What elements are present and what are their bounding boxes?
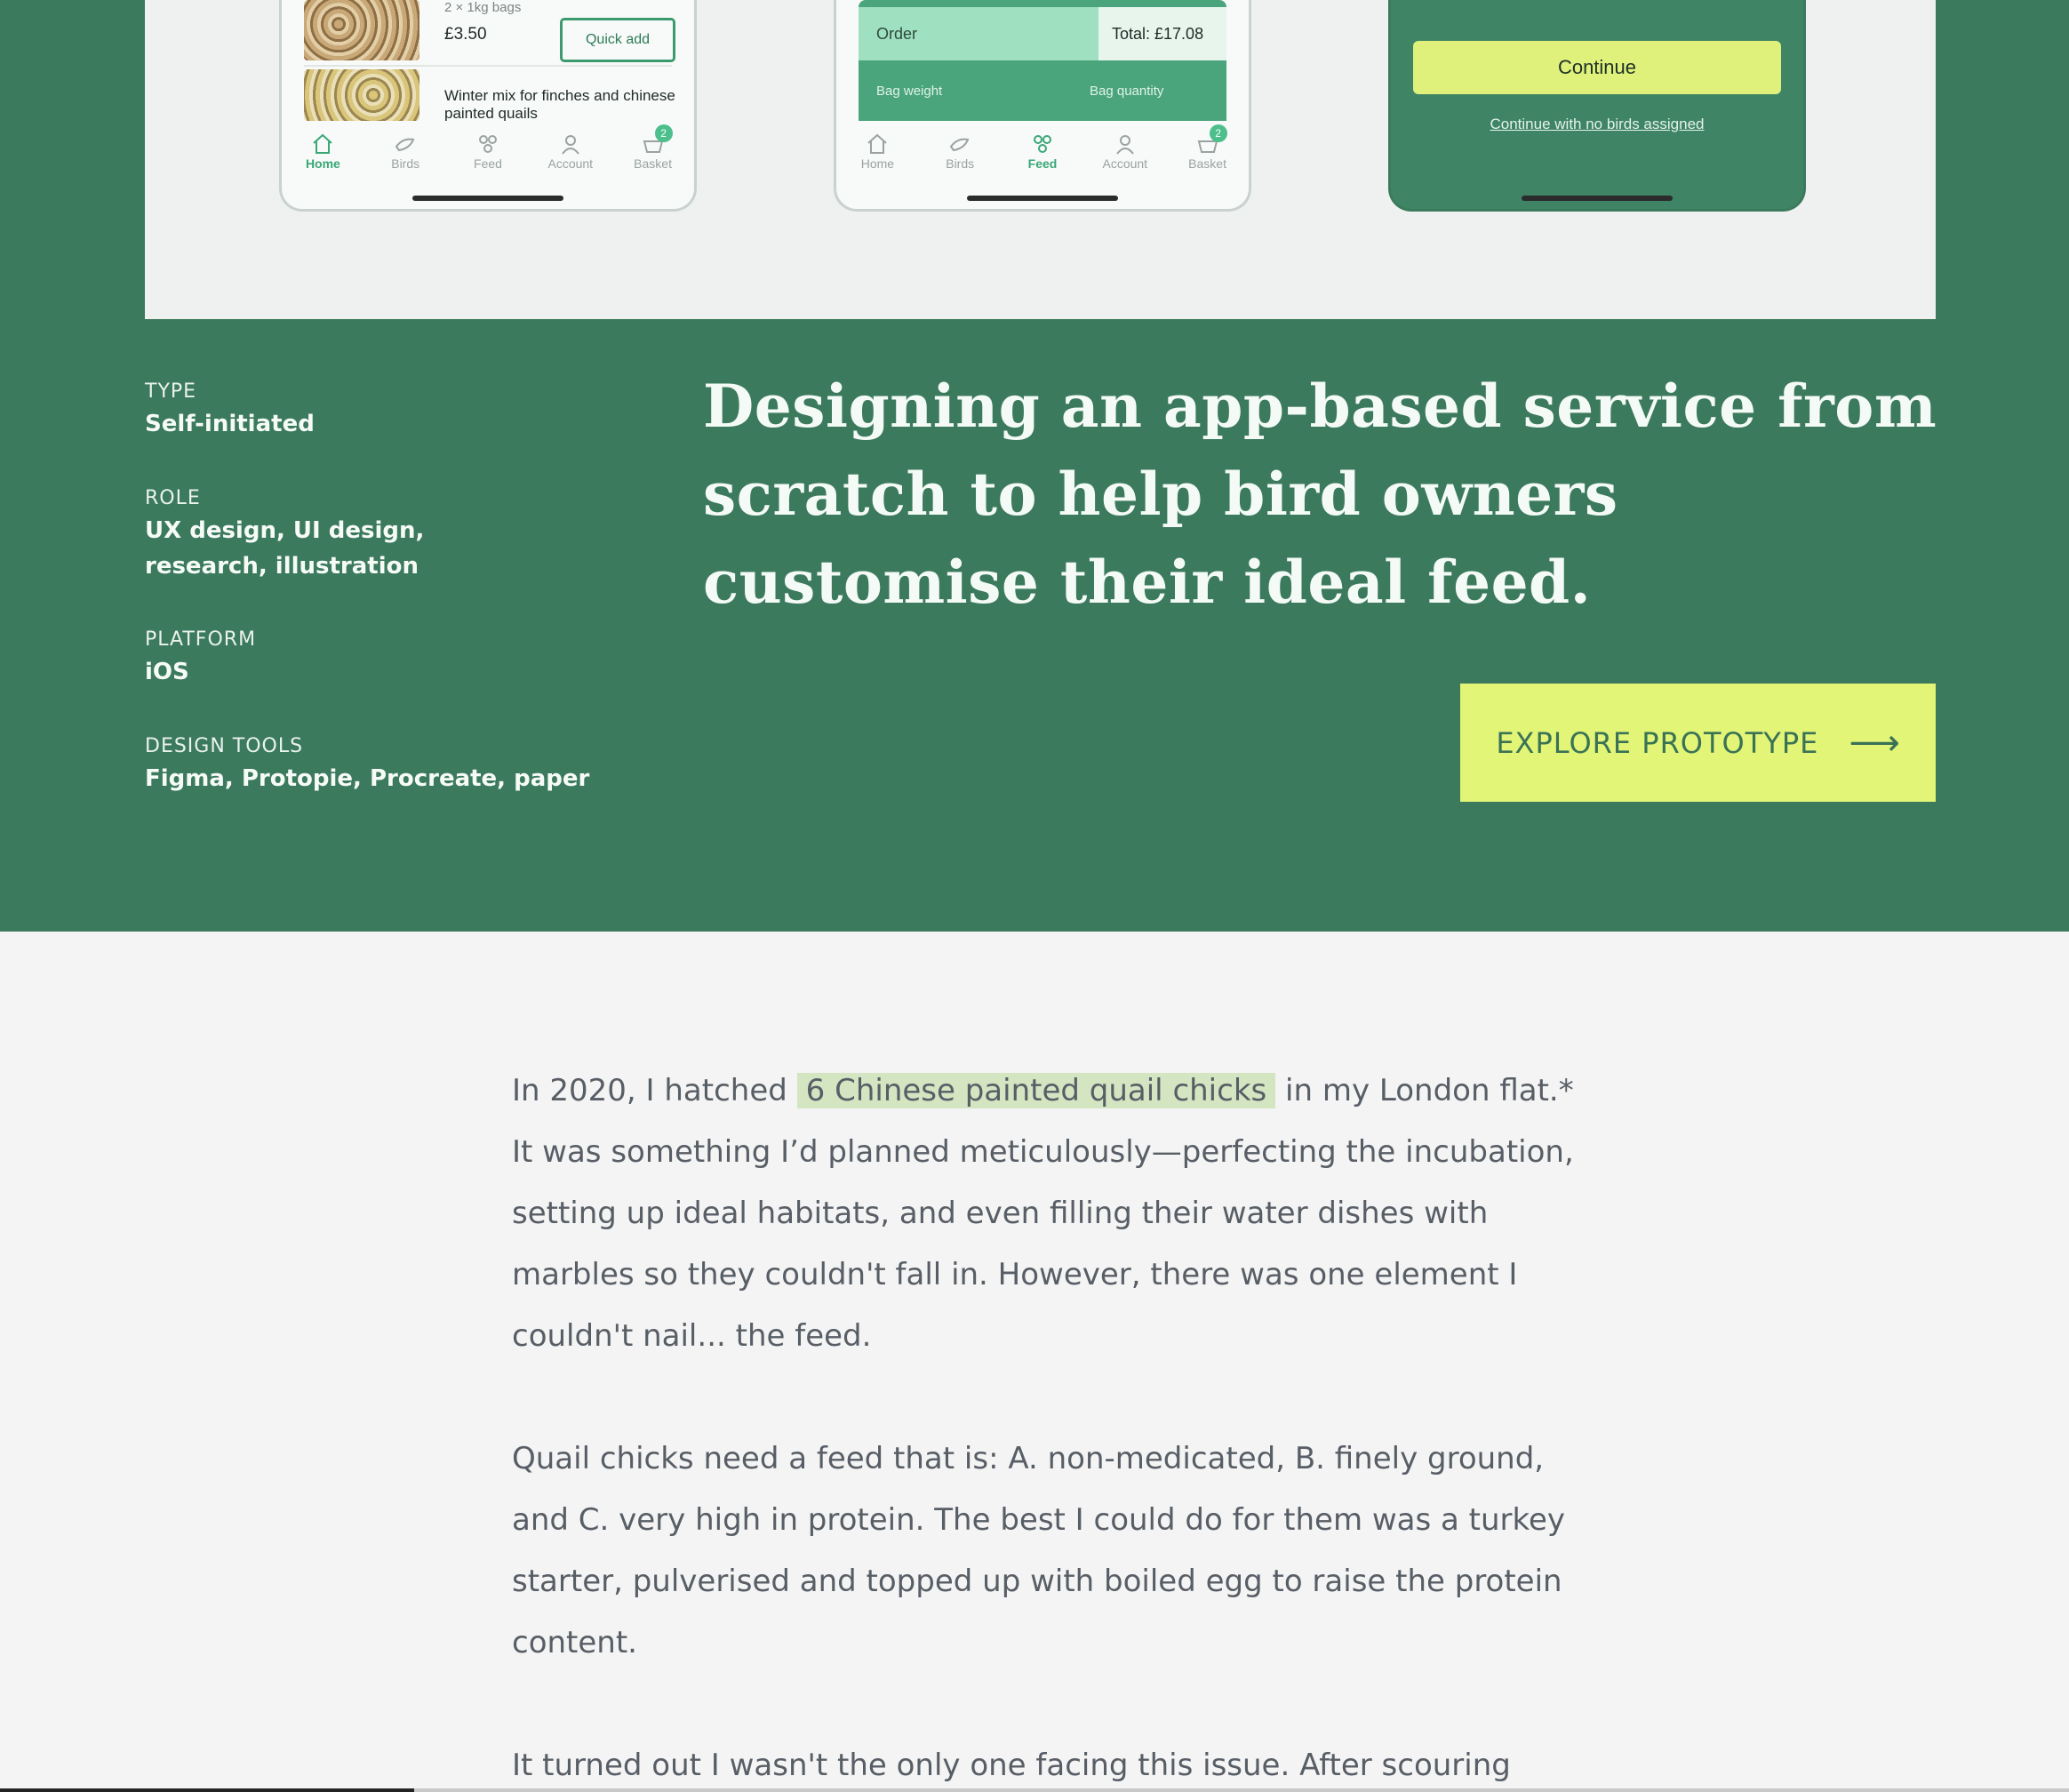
arrow-right-icon: ⟶ (1849, 722, 1900, 764)
meta-value: Figma, Protopie, Procreate, paper (145, 765, 590, 792)
tab-basket[interactable]: 2 Basket (1172, 124, 1243, 171)
phone-mockup-home: 2 × 1kg bags £3.50 Quick add Winter mix … (279, 0, 697, 212)
bird-icon (947, 132, 972, 156)
feed-product-image (304, 69, 419, 121)
tab-birds[interactable]: Birds (924, 132, 995, 171)
feed-icon (1030, 132, 1055, 156)
basket-count-badge: 2 (1209, 124, 1227, 142)
tab-label: Birds (946, 156, 975, 171)
bag-size-label: 2 × 1kg bags (444, 0, 522, 15)
basket-count-badge: 2 (654, 124, 673, 142)
continue-button[interactable]: Continue (1413, 41, 1781, 94)
meta-value: Self-initiated (145, 411, 315, 437)
tab-label: Home (305, 156, 340, 171)
hero-section: 2 × 1kg bags £3.50 Quick add Winter mix … (0, 0, 2069, 932)
account-icon (558, 132, 583, 156)
article-body: In 2020, I hatched 6 Chinese painted qua… (512, 1060, 1578, 1792)
feed-product-image (304, 0, 419, 60)
continue-no-birds-link[interactable]: Continue with no birds assigned (1391, 116, 1803, 133)
meta-role: ROLE UX design, UI design, research, ill… (145, 487, 438, 584)
meta-label: DESIGN TOOLS (145, 735, 304, 757)
tab-label: Account (1102, 156, 1148, 171)
divider (304, 65, 672, 67)
explore-prototype-button[interactable]: EXPLORE PROTOTYPE ⟶ (1460, 684, 1936, 802)
home-indicator (412, 196, 563, 201)
bird-icon (393, 132, 418, 156)
tab-label: Basket (634, 156, 672, 171)
meta-value: iOS (145, 659, 189, 685)
article-paragraph: Quail chicks need a feed that is: A. non… (512, 1441, 1566, 1660)
basket-icon: 2 (1195, 124, 1227, 156)
meta-type: TYPE Self-initiated (145, 380, 643, 442)
bag-quantity-label: Bag quantity (1090, 84, 1164, 99)
scroll-indicator (0, 1788, 414, 1792)
price-label: £3.50 (444, 25, 487, 44)
tab-feed[interactable]: Feed (1007, 132, 1078, 171)
home-indicator (1522, 196, 1673, 201)
meta-platform: PLATFORM iOS (145, 628, 643, 690)
project-headline: Designing an app-based service from scra… (703, 372, 1937, 617)
basket-icon: 2 (641, 124, 673, 156)
meta-value: UX design, UI design, research, illustra… (145, 517, 425, 580)
home-indicator (967, 196, 1118, 201)
highlighted-text: 6 Chinese painted quail chicks (796, 1073, 1276, 1108)
text-run: In 2020, I hatched (512, 1073, 797, 1108)
meta-label: TYPE (145, 380, 197, 403)
tab-account[interactable]: Account (535, 132, 606, 171)
scroll-track (414, 1788, 2069, 1792)
cta-label: EXPLORE PROTOTYPE (1496, 725, 1819, 760)
order-label: Order (859, 7, 1098, 60)
order-total: Total: £17.08 (1098, 7, 1226, 60)
tab-home[interactable]: Home (287, 132, 358, 171)
tab-label: Account (547, 156, 594, 171)
text-run: in my London flat.* It was something I’d… (512, 1073, 1574, 1354)
feed-icon (475, 132, 500, 156)
phone-mockup-feed: Order Total: £17.08 Bag weight Bag quant… (834, 0, 1251, 212)
tab-birds[interactable]: Birds (370, 132, 441, 171)
tab-bar: Home Birds Feed Account 2 Basket (836, 121, 1249, 183)
tab-feed[interactable]: Feed (452, 132, 523, 171)
meta-label: ROLE (145, 487, 201, 509)
tab-account[interactable]: Account (1090, 132, 1161, 171)
order-card: Order Total: £17.08 Bag weight Bag quant… (859, 0, 1226, 133)
tab-label: Home (860, 156, 895, 171)
quick-add-button[interactable]: Quick add (560, 18, 675, 62)
phone-mockup-onboarding: Continue Continue with no birds assigned (1388, 0, 1806, 212)
meta-design-tools: DESIGN TOOLS Figma, Protopie, Procreate,… (145, 735, 643, 796)
tab-label: Feed (1027, 156, 1058, 171)
account-icon (1113, 132, 1138, 156)
product-title: Winter mix for finches and chinese paint… (444, 87, 675, 121)
article-paragraph: It turned out I wasn't the only one faci… (512, 1748, 1511, 1783)
tab-label: Birds (391, 156, 420, 171)
bag-weight-label: Bag weight (876, 84, 943, 99)
tab-home[interactable]: Home (842, 132, 913, 171)
home-icon (310, 132, 335, 156)
app-mockups-showcase: 2 × 1kg bags £3.50 Quick add Winter mix … (145, 0, 1936, 319)
tab-bar: Home Birds Feed Account 2 Basket (282, 121, 694, 183)
tab-basket[interactable]: 2 Basket (618, 124, 689, 171)
article-paragraph: In 2020, I hatched 6 Chinese painted qua… (512, 1060, 1578, 1367)
tab-label: Feed (474, 156, 502, 171)
tab-label: Basket (1188, 156, 1226, 171)
home-icon (865, 132, 890, 156)
meta-label: PLATFORM (145, 628, 257, 651)
